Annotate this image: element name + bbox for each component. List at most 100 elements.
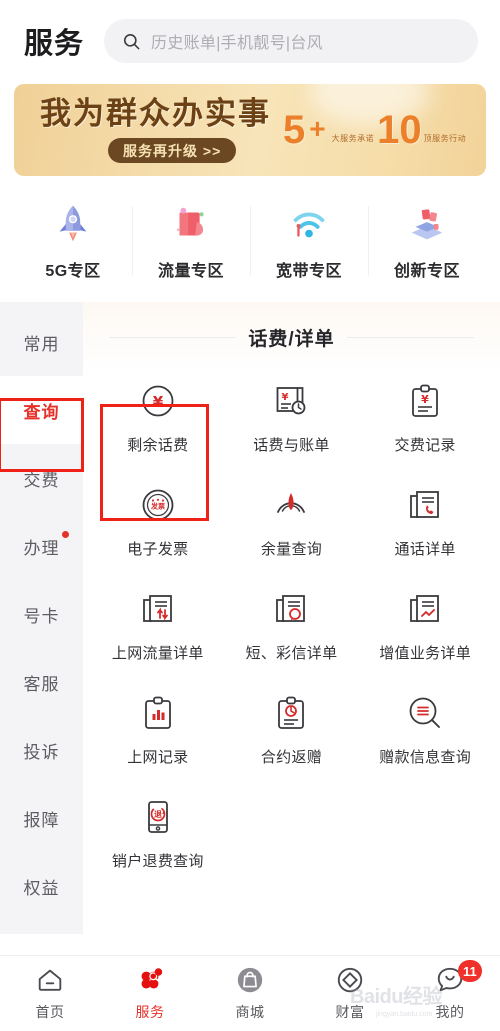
- section-divider-right: [346, 337, 474, 338]
- clover-icon: [141, 968, 163, 989]
- sidebar-item-label: 客服: [23, 674, 60, 694]
- phone-refund-icon: 退: [147, 801, 168, 833]
- clipboard-yen-icon: ¥: [412, 384, 439, 417]
- nav-item-service[interactable]: 服务: [100, 965, 200, 1022]
- service-item-remaining-balance[interactable]: ¥ 剩余话费: [91, 365, 225, 469]
- service-page: 服务 历史账单|手机靓号|台风 我为群众办实事 服务再升级 >> 5 + 大服务…: [0, 0, 500, 1031]
- section-divider-left: [109, 337, 237, 338]
- sidebar-notification-dot: [62, 531, 69, 538]
- promo-banner[interactable]: 我为群众办实事 服务再升级 >> 5 + 大服务承诺 10 顶服务行动: [14, 84, 486, 176]
- service-item-bill-history[interactable]: ¥ 话费与账单: [225, 365, 359, 469]
- service-item-e-invoice[interactable]: 发票 电子发票: [91, 469, 225, 573]
- sidebar-item-baozhang[interactable]: 报障: [0, 784, 83, 852]
- svg-text:¥: ¥: [153, 393, 164, 411]
- home-icon: [38, 969, 62, 991]
- service-item-sms-detail[interactable]: 短、彩信详单: [225, 573, 359, 677]
- sidebar-item-label: 权益: [23, 878, 60, 898]
- service-item-label: 电子发票: [127, 541, 189, 558]
- doc-message-icon: [276, 595, 306, 622]
- svg-text:退: 退: [154, 810, 162, 819]
- banner-numbers: 5 + 大服务承诺 10 顶服务行动: [283, 108, 469, 152]
- banner-plus-sign: +: [309, 113, 326, 144]
- gauge-icon: [277, 493, 306, 513]
- quick-entry-label: 流量专区: [157, 263, 224, 280]
- service-item-label: 赠款信息查询: [379, 749, 472, 766]
- sidebar-item-quanyi[interactable]: 权益: [0, 852, 83, 920]
- service-item-label: 剩余话费: [127, 437, 189, 454]
- sidebar-item-label: 办理: [23, 538, 60, 558]
- service-item-label: 短、彩信详单: [245, 645, 338, 662]
- service-item-label: 余量查询: [260, 541, 323, 558]
- banner-sub-left: 大服务承诺: [331, 134, 375, 143]
- sidebar-item-jiaofei[interactable]: 交费: [0, 444, 83, 512]
- service-grid: ¥ 剩余话费 ¥ 话费与账单 ¥ 交费记录 发票 电子发票 余量查询 通话详单 …: [83, 355, 500, 885]
- quick-entry-label: 5G专区: [45, 263, 101, 280]
- nav-item-home[interactable]: 首页: [0, 965, 100, 1022]
- sidebar-item-tousu[interactable]: 投诉: [0, 716, 83, 784]
- quick-entry-row: 5G专区 流量专区 宽带专区 创新专区: [14, 188, 486, 294]
- service-item-vas-detail[interactable]: 增值业务详单: [358, 573, 492, 677]
- data-package-icon: [176, 207, 204, 236]
- svg-text:¥: ¥: [421, 393, 429, 406]
- banner-number-left: 5: [283, 108, 306, 152]
- service-item-label: 交费记录: [394, 437, 456, 454]
- search-input[interactable]: 历史账单|手机靓号|台风: [104, 19, 478, 63]
- sidebar-item-kefu[interactable]: 客服: [0, 648, 83, 716]
- nav-badge-count: 11: [458, 960, 482, 982]
- banner-title: 我为群众办实事: [40, 95, 271, 131]
- sidebar-item-label: 报障: [23, 810, 60, 830]
- quick-entry-data[interactable]: 流量专区: [132, 188, 250, 294]
- sidebar-item-haoka[interactable]: 号卡: [0, 580, 83, 648]
- page-title: 服务: [24, 28, 85, 60]
- service-item-label: 话费与账单: [253, 437, 330, 454]
- doc-phone-icon: [410, 491, 440, 518]
- quick-entry-innovation[interactable]: 创新专区: [368, 188, 486, 294]
- nav-item-mall[interactable]: 商城: [200, 965, 300, 1022]
- service-item-grant-query[interactable]: 赠款信息查询: [358, 677, 492, 781]
- content-body: 常用 查询 交费 办理 号卡 客服 投诉 报障 权益 话费/详单 ¥ 剩余话费 …: [0, 302, 500, 934]
- nav-item-label: 服务: [135, 1004, 165, 1020]
- clipboard-bars-icon: [144, 696, 171, 729]
- sidebar-item-label: 号卡: [23, 606, 60, 626]
- nav-item-wealth[interactable]: 财富: [300, 965, 400, 1022]
- quick-entry-label: 宽带专区: [275, 263, 342, 280]
- banner-sub-right: 顶服务行动: [423, 134, 467, 143]
- e-invoice-icon: 发票: [142, 489, 174, 521]
- service-item-call-detail[interactable]: 通话详单: [358, 469, 492, 573]
- service-item-payment-records[interactable]: ¥ 交费记录: [358, 365, 492, 469]
- page-header: 服务 历史账单|手机靓号|台风: [0, 0, 500, 82]
- yen-circle-icon: ¥: [142, 385, 174, 417]
- quick-entry-5g[interactable]: 5G专区: [14, 188, 132, 294]
- nav-item-label: 商城: [235, 1004, 265, 1020]
- sidebar-item-label: 交费: [23, 470, 60, 490]
- promo-banner-wrap: 我为群众办实事 服务再升级 >> 5 + 大服务承诺 10 顶服务行动: [0, 82, 500, 176]
- innovation-cubes-icon: [411, 209, 443, 240]
- category-sidebar: 常用 查询 交费 办理 号卡 客服 投诉 报障 权益: [0, 302, 83, 934]
- sidebar-item-chaxun[interactable]: 查询: [0, 376, 83, 444]
- service-item-label: 通话详单: [394, 541, 456, 558]
- service-item-label: 上网流量详单: [111, 645, 204, 662]
- banner-text-block: 我为群众办实事 服务再升级 >>: [14, 95, 271, 164]
- service-item-label: 上网记录: [127, 749, 189, 766]
- service-item-data-detail[interactable]: 上网流量详单: [91, 573, 225, 677]
- svg-text:¥: ¥: [282, 392, 289, 403]
- quick-entry-label: 创新专区: [393, 263, 460, 280]
- doc-chart-icon: [410, 595, 440, 622]
- svg-text:发票: 发票: [150, 502, 165, 511]
- nav-item-mine[interactable]: 11 我的: [400, 960, 500, 1022]
- nav-item-label: 财富: [335, 1004, 365, 1020]
- banner-cta-button[interactable]: 服务再升级 >>: [108, 138, 237, 164]
- shop-bag-icon: [237, 967, 263, 993]
- service-item-account-refund[interactable]: 退 销户退费查询: [91, 781, 225, 885]
- service-item-balance-query[interactable]: 余量查询: [225, 469, 359, 573]
- service-item-contract-rebate[interactable]: 合约返赠: [225, 677, 359, 781]
- quick-entry-broadband[interactable]: 宽带专区: [250, 188, 368, 294]
- section-title: 话费/详单: [248, 329, 335, 350]
- service-item-label: 增值业务详单: [379, 645, 472, 662]
- sidebar-item-banli[interactable]: 办理: [0, 512, 83, 580]
- service-item-label: 销户退费查询: [111, 853, 204, 870]
- service-item-internet-log[interactable]: 上网记录: [91, 677, 225, 781]
- clipboard-contract-icon: [278, 696, 305, 729]
- sidebar-item-changyong[interactable]: 常用: [0, 308, 83, 376]
- nav-item-label: 我的: [435, 1004, 465, 1020]
